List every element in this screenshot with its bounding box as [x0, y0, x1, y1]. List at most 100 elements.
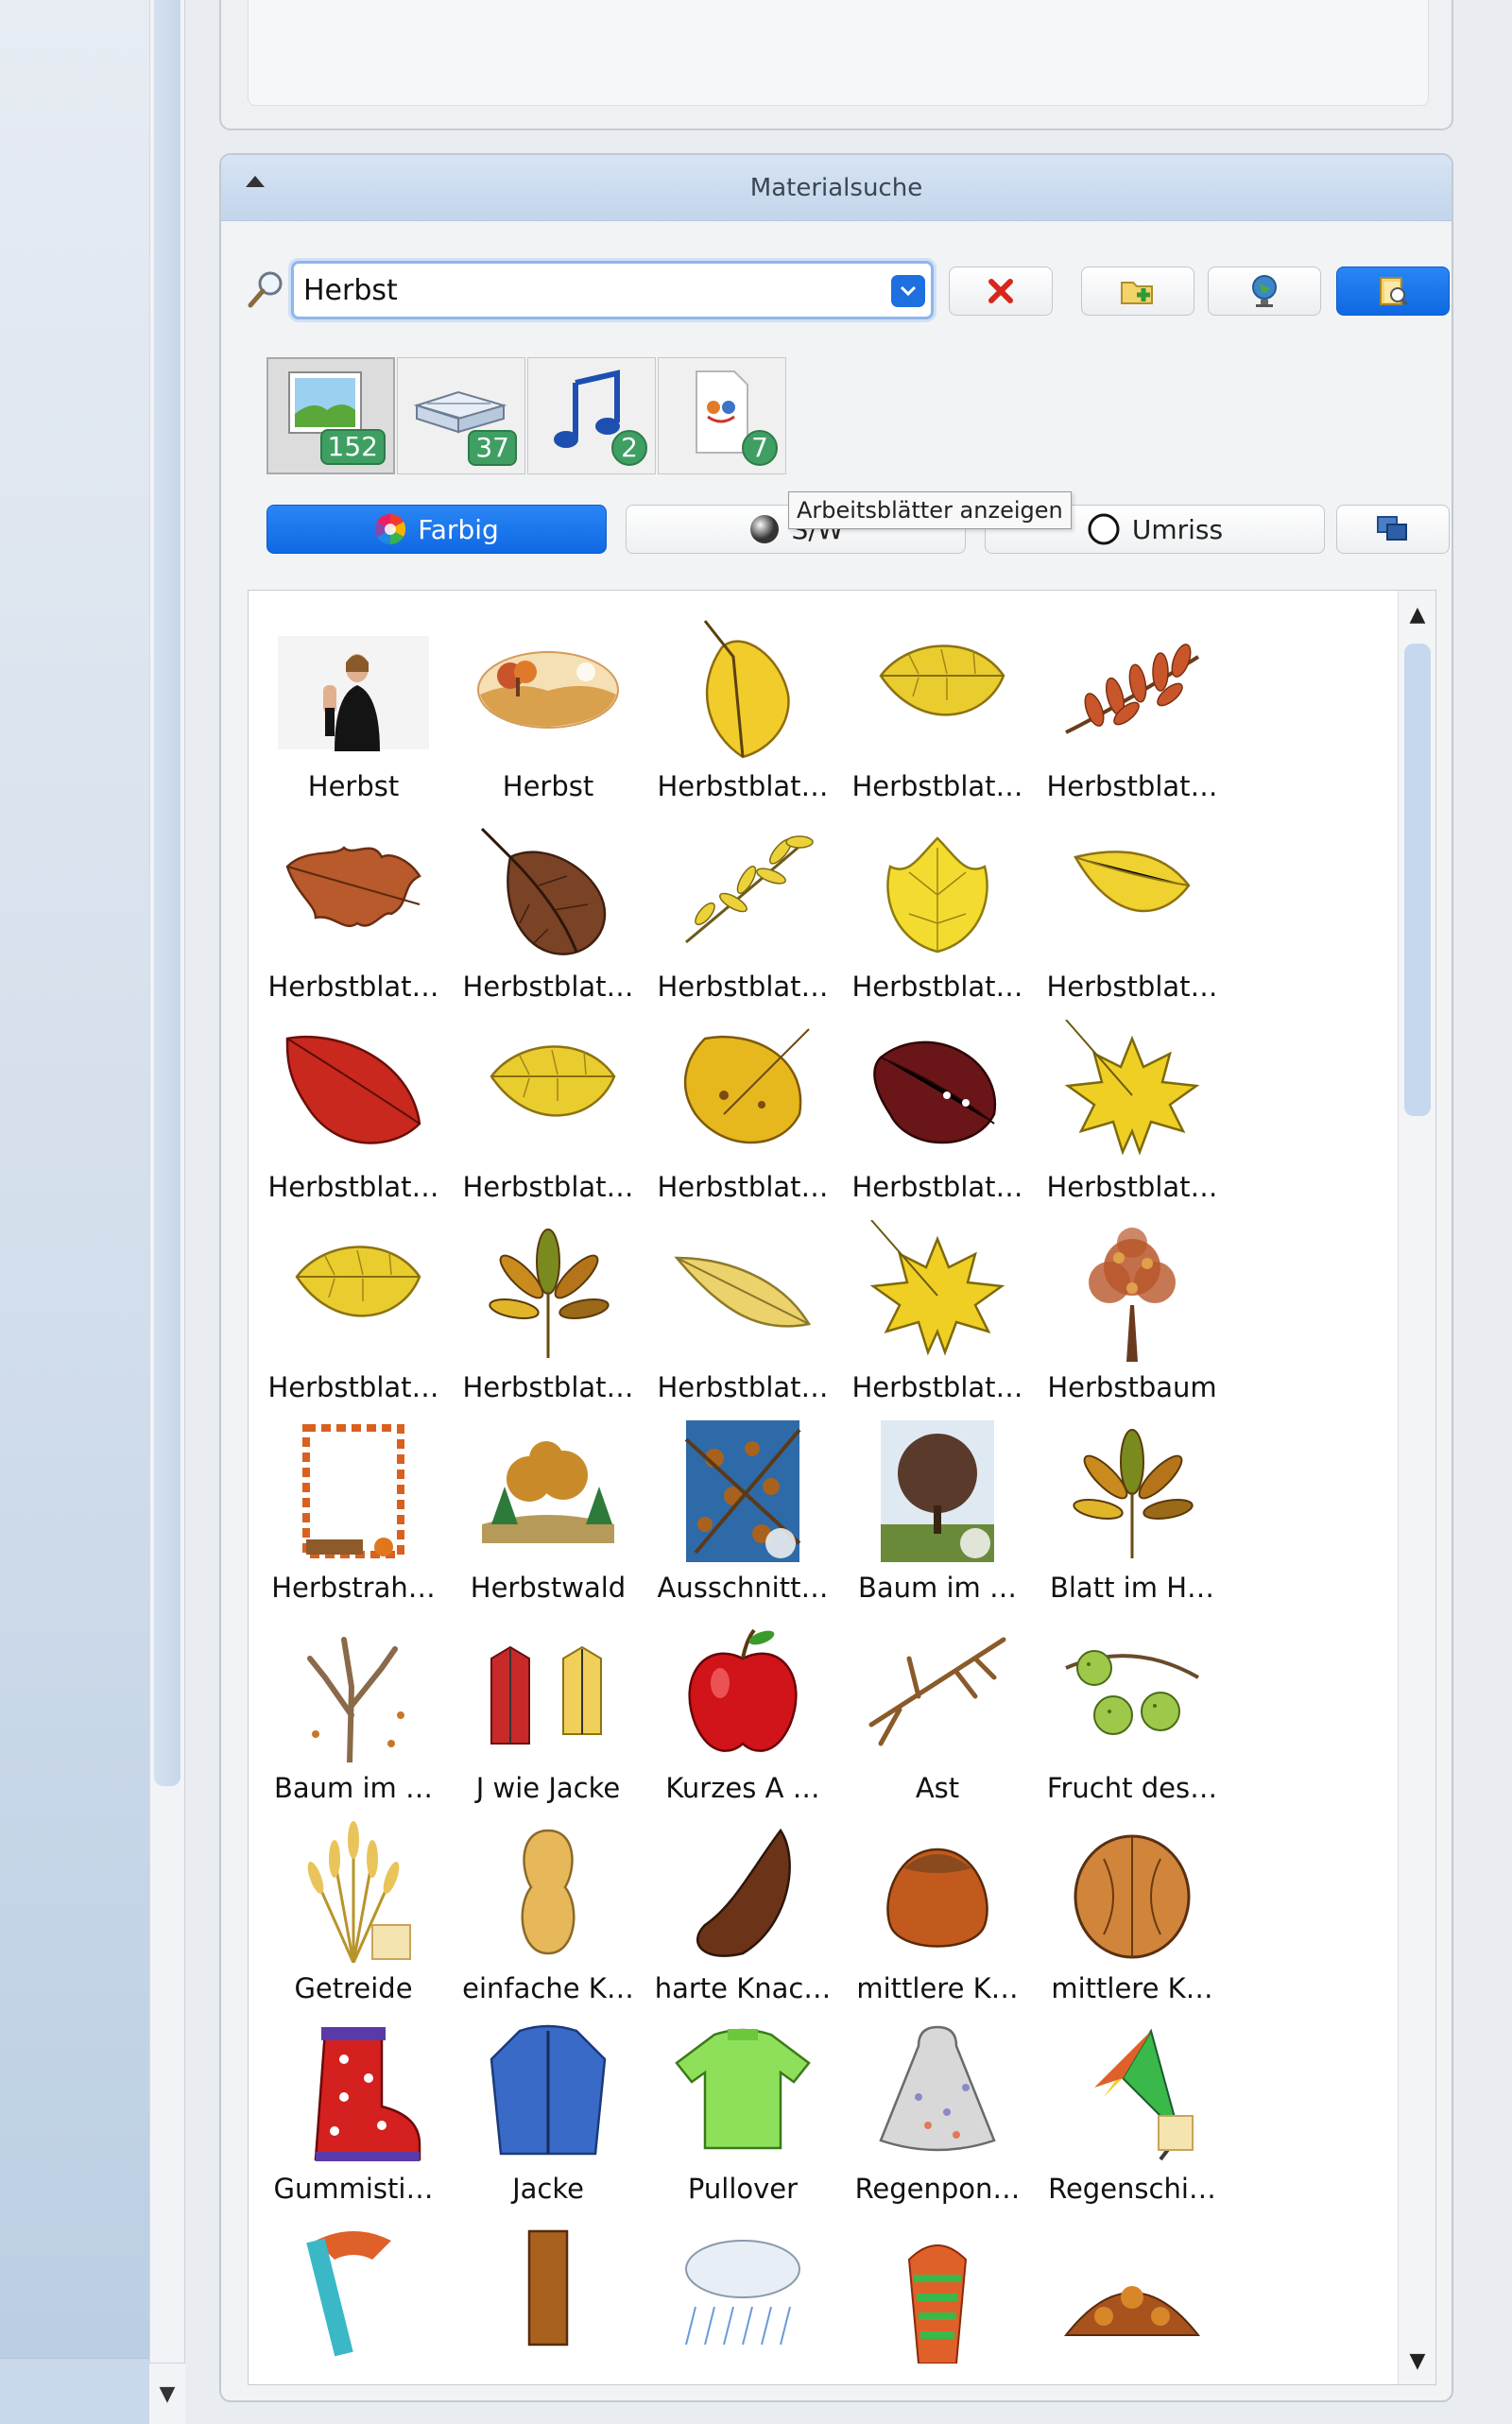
- striped-scarf-icon: [862, 2222, 1013, 2364]
- grid-item[interactable]: Regenschi…: [1035, 2012, 1229, 2212]
- web-search-button[interactable]: [1208, 266, 1321, 316]
- grid-item[interactable]: Herbst: [451, 610, 645, 810]
- grid-item[interactable]: harte Knac…: [645, 1812, 840, 2012]
- grid-item[interactable]: mittlere K…: [840, 1812, 1035, 2012]
- category-tab-images[interactable]: 152: [266, 357, 395, 474]
- grid-item[interactable]: Herbstblat…: [840, 1211, 1035, 1411]
- filter-color-button[interactable]: Farbig: [266, 505, 607, 554]
- grid-item[interactable]: Herbstblat…: [1035, 810, 1229, 1010]
- hazelnut-icon: [862, 1821, 1013, 1963]
- scroll-down-button[interactable]: ▼: [1399, 2337, 1435, 2384]
- grid-item[interactable]: Herbstblat…: [256, 810, 451, 1010]
- grid-item-label: Herbstblat…: [462, 971, 634, 1003]
- grid-item[interactable]: Herbstblat…: [256, 1211, 451, 1411]
- grid-item[interactable]: Herbstblat…: [1035, 1010, 1229, 1211]
- grid-item[interactable]: Herbstblat…: [645, 810, 840, 1010]
- grid-item[interactable]: Gummisti…: [256, 2012, 451, 2212]
- grid-item[interactable]: Baum im …: [840, 1411, 1035, 1611]
- grid-item-label: Ast: [915, 1772, 960, 1804]
- grid-item[interactable]: Herbstrah…: [256, 1411, 451, 1611]
- grid-item[interactable]: Ast: [840, 1611, 1035, 1812]
- category-tab-worksheets[interactable]: 7: [658, 357, 786, 474]
- results-grid[interactable]: Herbst Herbst Herbstblat… Herbstblat… Herbst…: [248, 590, 1436, 2385]
- grid-item-label: Regenpon…: [854, 2173, 1021, 2205]
- grid-scrollbar[interactable]: ▲ ▼: [1398, 591, 1435, 2384]
- grid-scrollbar-thumb[interactable]: [1404, 644, 1431, 1116]
- clear-search-button[interactable]: [949, 266, 1053, 316]
- grid-item[interactable]: Ausschnitt…: [645, 1411, 840, 1611]
- grid-item[interactable]: Herbstblat…: [645, 1010, 840, 1211]
- grid-item[interactable]: Baum im …: [256, 1611, 451, 1812]
- grid-item[interactable]: Herbstblat…: [451, 1010, 645, 1211]
- grid-item[interactable]: Herbstblat…: [451, 1211, 645, 1411]
- grid-item-label: Herbstblat…: [1046, 1171, 1218, 1203]
- grid-item[interactable]: Herbstblat…: [645, 1211, 840, 1411]
- grid-item[interactable]: Herbstblat…: [256, 1010, 451, 1211]
- grid-item[interactable]: mittlere K…: [1035, 1812, 1229, 2012]
- autumn-forest-icon: [472, 1420, 624, 1562]
- grid-item[interactable]: [840, 2212, 1035, 2384]
- grid-item[interactable]: Herbstblat…: [451, 810, 645, 1010]
- grid-item[interactable]: Herbst: [256, 610, 451, 810]
- grid-item[interactable]: Getreide: [256, 1812, 451, 2012]
- grid-item[interactable]: [451, 2212, 645, 2384]
- grid-item-label: Herbstrah…: [271, 1572, 436, 1604]
- left-scroll-down-button[interactable]: ▼: [149, 2363, 185, 2424]
- search-input[interactable]: [303, 269, 870, 311]
- grid-item[interactable]: [256, 2212, 451, 2384]
- grid-item-label: Herbstblat…: [267, 971, 439, 1003]
- peanut-icon: [472, 1821, 624, 1963]
- add-folder-button[interactable]: [1081, 266, 1194, 316]
- brown-leaf-icon: [472, 819, 624, 961]
- grid-item[interactable]: Herbstblat…: [840, 1010, 1035, 1211]
- autumn-landscape-icon: [472, 619, 624, 761]
- grid-item[interactable]: Herbstblat…: [1035, 610, 1229, 810]
- grid-item[interactable]: einfache K…: [451, 1812, 645, 2012]
- grid-item-label: J wie Jacke: [475, 1772, 621, 1804]
- grid-item-label: Baum im …: [273, 1772, 434, 1804]
- grid-item[interactable]: Herbstwald: [451, 1411, 645, 1611]
- filter-color-label: Farbig: [418, 513, 499, 545]
- color-wheel-icon: [375, 513, 406, 545]
- photo-berries-icon: [667, 1420, 818, 1562]
- scroll-up-button[interactable]: ▲: [1399, 591, 1435, 638]
- yellow-leaf-icon: [472, 1020, 624, 1161]
- small-yellow-leaf-icon: [1057, 819, 1208, 961]
- grid-item[interactable]: Herbstblat…: [840, 810, 1035, 1010]
- maple-leaf-icon: [862, 1219, 1013, 1362]
- red-x-icon: [988, 279, 1013, 303]
- grid-item[interactable]: [1035, 2212, 1229, 2384]
- grid-item[interactable]: Herbstblat…: [840, 610, 1035, 810]
- chestnut-fruit-icon: [1057, 1621, 1208, 1762]
- narrow-leaf-icon: [667, 1220, 818, 1362]
- leaf-pile-icon: [1057, 2222, 1208, 2364]
- grid-item[interactable]: Kurzes A …: [645, 1611, 840, 1812]
- grid-item-label: Herbstbaum: [1047, 1371, 1217, 1403]
- local-search-button[interactable]: [1336, 266, 1450, 316]
- search-combobox[interactable]: [291, 261, 934, 319]
- panel-header[interactable]: Materialsuche: [221, 155, 1452, 221]
- grid-item[interactable]: Herbstblat…: [645, 610, 840, 810]
- grid-item-label: Herbstwald: [470, 1572, 627, 1604]
- grid-item[interactable]: Pullover: [645, 2012, 840, 2212]
- copy-view-button[interactable]: [1336, 505, 1450, 554]
- grid-item[interactable]: Blatt im H…: [1035, 1411, 1229, 1611]
- category-tab-music[interactable]: 2: [527, 357, 656, 474]
- grid-item[interactable]: [645, 2212, 840, 2384]
- grid-item[interactable]: J wie Jacke: [451, 1611, 645, 1812]
- dropdown-button[interactable]: [891, 275, 925, 307]
- oak-leaf-icon: [278, 819, 429, 961]
- bare-tree-icon: [278, 1621, 429, 1765]
- grid-item-label: Herbst: [502, 770, 594, 802]
- yellow-leaf-icon: [278, 1220, 429, 1362]
- left-scrollbar-thumb[interactable]: [154, 0, 180, 1786]
- category-tab-books[interactable]: 37: [397, 357, 525, 474]
- grid-item[interactable]: Frucht des…: [1035, 1611, 1229, 1812]
- folder-search-icon: [1380, 277, 1409, 306]
- grid-item-label: Kurzes A …: [665, 1772, 820, 1804]
- grid-item-label: Ausschnitt…: [657, 1572, 829, 1604]
- grid-item[interactable]: Jacke: [451, 2012, 645, 2212]
- grid-item[interactable]: Herbstbaum: [1035, 1211, 1229, 1411]
- count-badge: 7: [742, 430, 778, 466]
- grid-item[interactable]: Regenpon…: [840, 2012, 1035, 2212]
